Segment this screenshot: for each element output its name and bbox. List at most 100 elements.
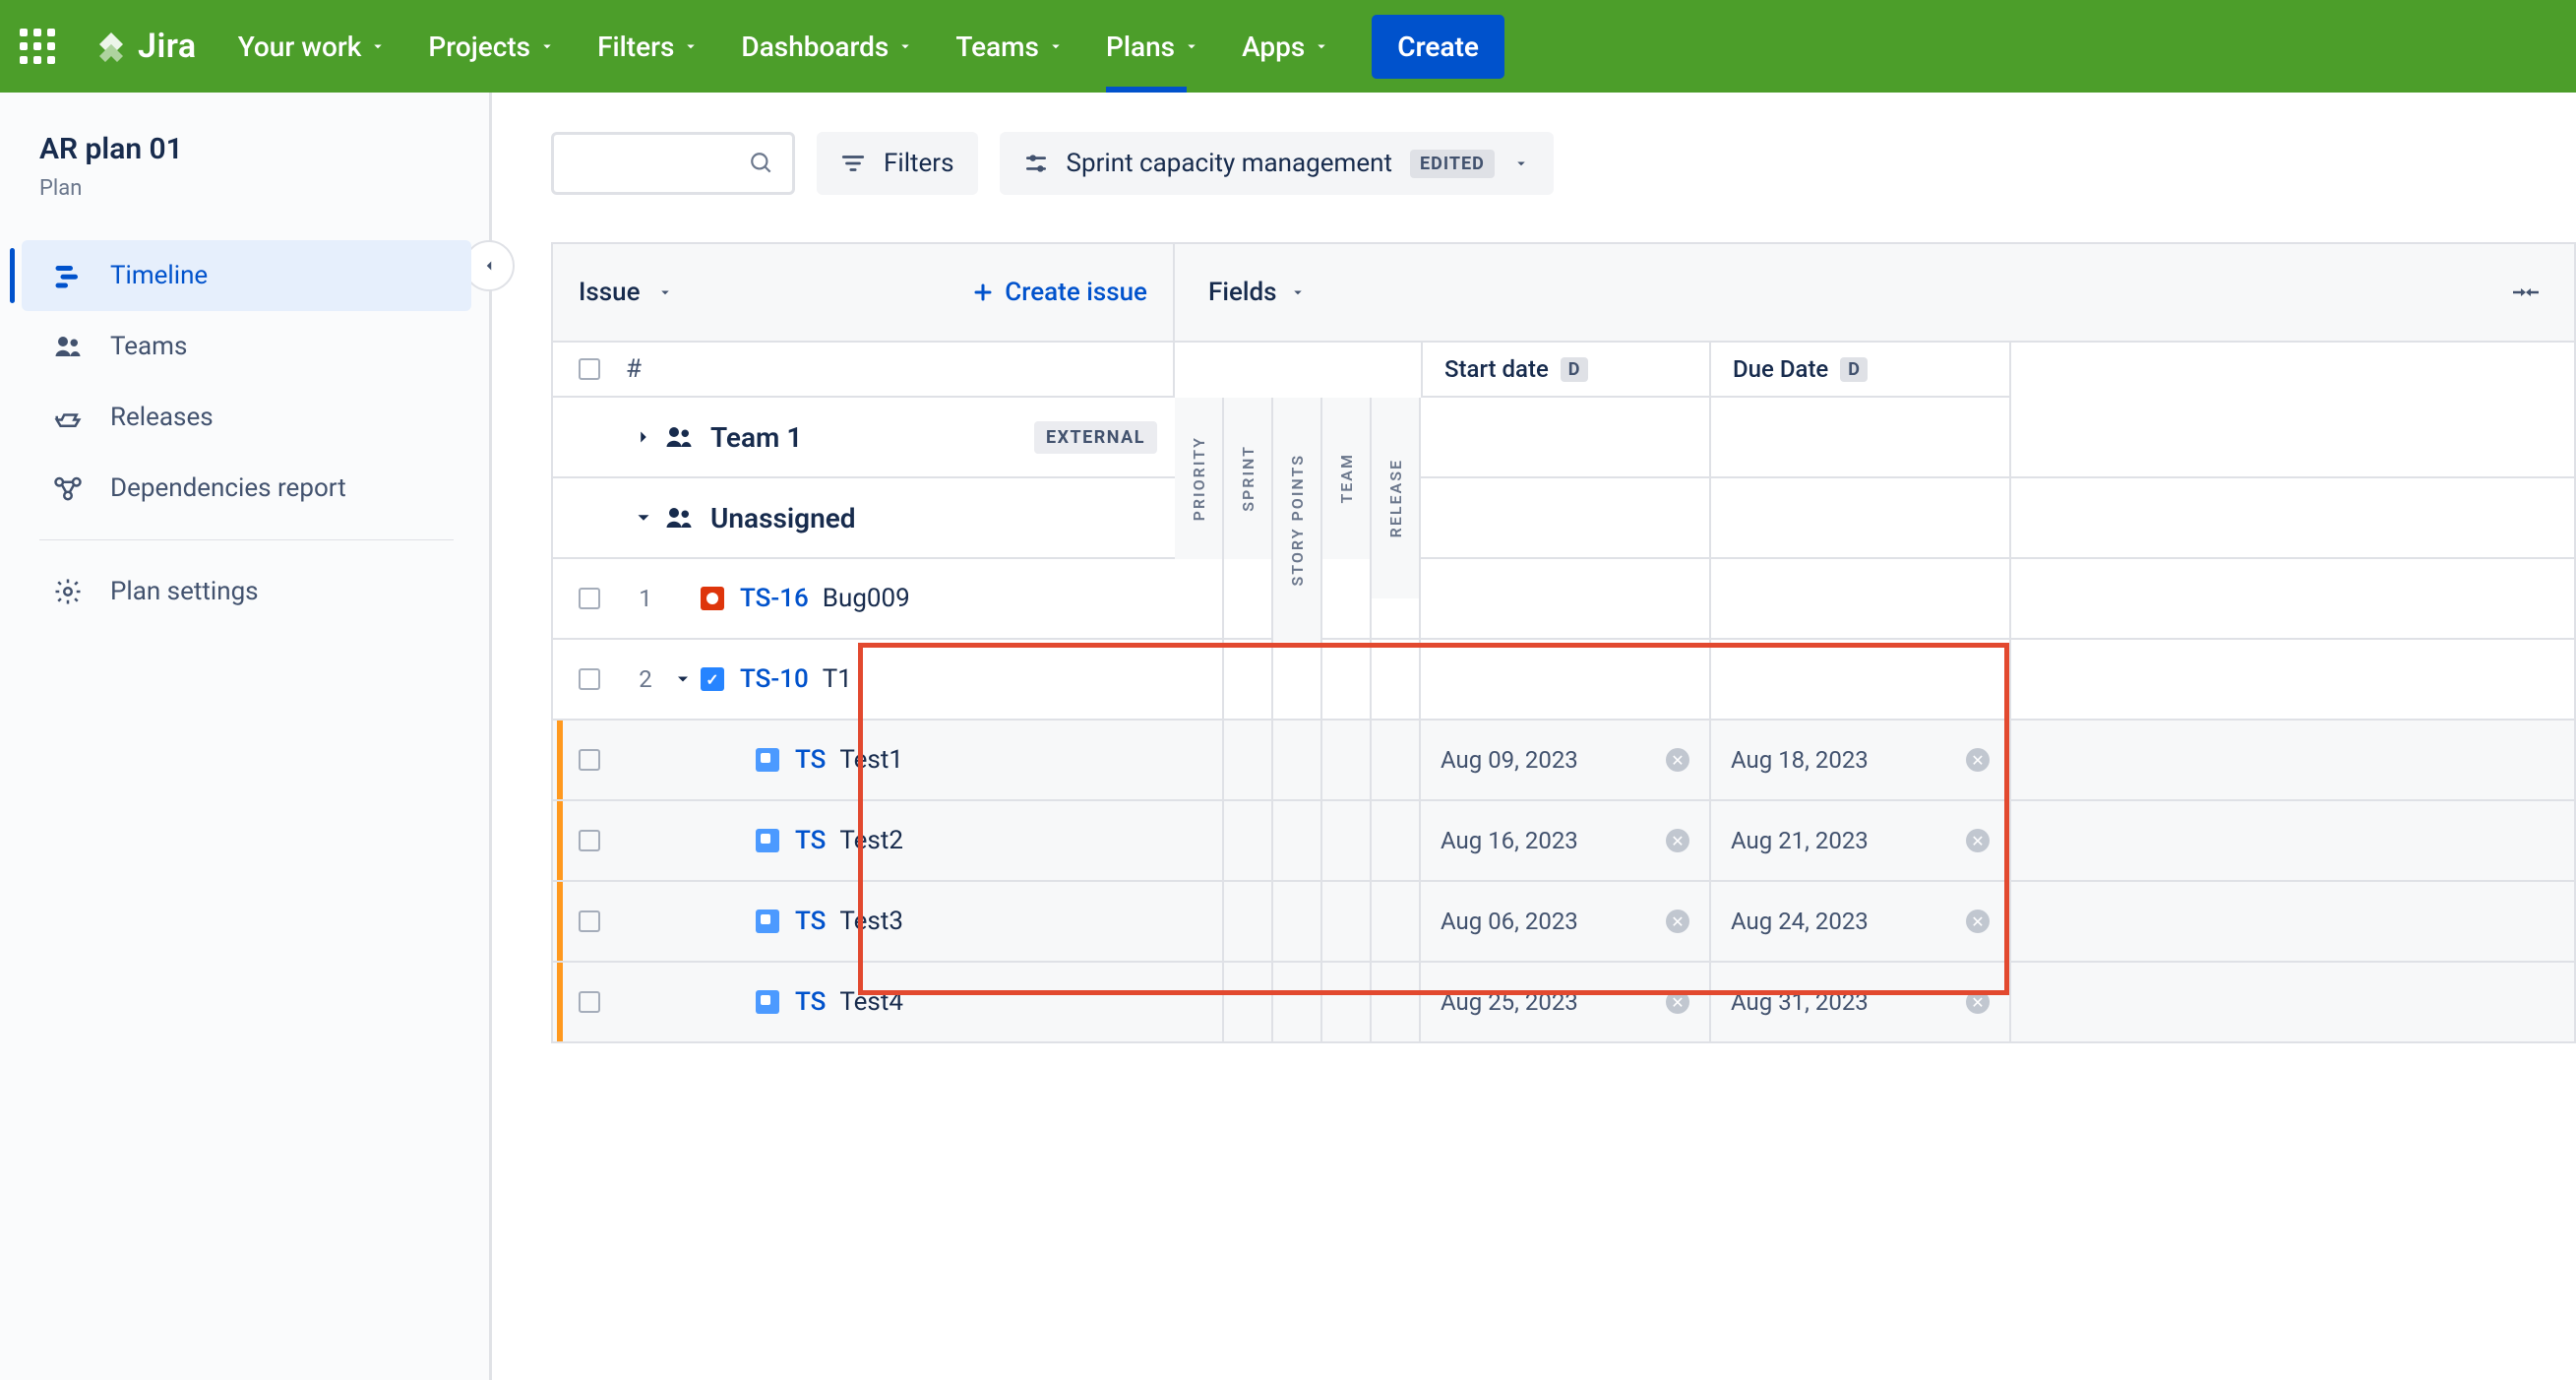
- table-header: Issue Create issue Fields: [553, 244, 2574, 343]
- start-date-cell[interactable]: [1421, 559, 1711, 638]
- nav-dashboards[interactable]: Dashboards: [741, 31, 914, 63]
- row-checkbox[interactable]: [579, 830, 600, 851]
- group-row-team1[interactable]: Team 1 EXTERNAL: [553, 398, 1175, 478]
- row-checkbox[interactable]: [579, 668, 600, 690]
- priority-col[interactable]: PRIORITY: [1190, 436, 1208, 521]
- chevron-down-icon: [1183, 37, 1200, 55]
- issue-key[interactable]: TS: [795, 826, 826, 855]
- content: Filters Sprint capacity management EDITE…: [492, 93, 2576, 1380]
- collapse-columns-icon[interactable]: [2511, 282, 2541, 302]
- rows-left: Team 1 EXTERNAL Unassigned 1TS-16Bug0092…: [553, 398, 1175, 1043]
- nav-filters[interactable]: Filters: [597, 31, 700, 63]
- sidebar-item-releases[interactable]: Releases: [22, 382, 471, 453]
- teams-icon: [51, 330, 85, 363]
- chevron-down-icon: [1313, 37, 1330, 55]
- row-checkbox[interactable]: [579, 588, 600, 609]
- issue-key[interactable]: TS: [795, 745, 826, 775]
- nav-teams[interactable]: Teams: [955, 31, 1065, 63]
- nav-apps[interactable]: Apps: [1242, 31, 1330, 63]
- sidebar-item-dependencies[interactable]: Dependencies report: [22, 453, 471, 524]
- jira-logo[interactable]: Jira: [96, 27, 197, 66]
- select-all-checkbox[interactable]: [579, 358, 600, 380]
- clear-icon[interactable]: ✕: [1966, 990, 1990, 1014]
- release-col[interactable]: RELEASE: [1386, 459, 1405, 537]
- jira-mark-icon: [96, 31, 128, 62]
- clear-icon[interactable]: ✕: [1966, 829, 1990, 852]
- row-checkbox[interactable]: [579, 910, 600, 932]
- plan-subtitle: Plan: [39, 176, 454, 201]
- issue-key[interactable]: TS: [795, 987, 826, 1017]
- storypoints-col[interactable]: STORY POINTS: [1288, 454, 1307, 586]
- issue-key[interactable]: TS-10: [740, 664, 809, 694]
- sidebar-item-plan-settings[interactable]: Plan settings: [22, 556, 471, 627]
- start-date-cell[interactable]: Aug 06, 2023✕: [1421, 882, 1711, 961]
- start-date-cell[interactable]: Aug 09, 2023✕: [1421, 721, 1711, 799]
- clear-icon[interactable]: ✕: [1966, 910, 1990, 933]
- chevron-down-icon[interactable]: [673, 669, 693, 689]
- issue-key[interactable]: TS-16: [740, 584, 809, 613]
- team-icon: [661, 422, 697, 452]
- issue-row[interactable]: TSTest2: [553, 801, 1175, 882]
- issue-row[interactable]: 1TS-16Bug009: [553, 559, 1175, 640]
- sidebar-item-label: Dependencies report: [110, 473, 346, 503]
- clear-icon[interactable]: ✕: [1666, 829, 1689, 852]
- issue-row[interactable]: TSTest1: [553, 721, 1175, 801]
- issue-column-header[interactable]: Issue: [579, 278, 674, 307]
- sidebar-item-label: Teams: [110, 332, 187, 361]
- issue-row[interactable]: TS Test4: [553, 963, 1175, 1043]
- search-icon: [749, 151, 774, 176]
- team-col[interactable]: TEAM: [1337, 453, 1356, 504]
- row-checkbox[interactable]: [579, 991, 600, 1013]
- start-date-header[interactable]: Start dateD: [1421, 343, 1711, 398]
- view-settings-button[interactable]: Sprint capacity management EDITED: [1000, 132, 1554, 195]
- fields-dropdown[interactable]: Fields: [1208, 278, 1307, 307]
- group-row-unassigned[interactable]: Unassigned: [553, 478, 1175, 559]
- issue-key[interactable]: TS: [795, 907, 826, 936]
- external-badge: EXTERNAL: [1034, 421, 1157, 454]
- sidebar-item-timeline[interactable]: Timeline: [22, 240, 471, 311]
- issue-summary: Test4: [839, 987, 903, 1017]
- start-date-cell[interactable]: Aug 16, 2023✕: [1421, 801, 1711, 880]
- nav-projects[interactable]: Projects: [428, 31, 556, 63]
- chevron-right-icon: [633, 426, 654, 448]
- create-button[interactable]: Create: [1372, 15, 1504, 79]
- due-date-header[interactable]: Due DateD: [1711, 343, 2011, 398]
- nav-plans[interactable]: Plans: [1106, 31, 1200, 63]
- gear-icon: [51, 575, 85, 608]
- due-date-cell[interactable]: Aug 21, 2023✕: [1711, 801, 2011, 880]
- clear-icon[interactable]: ✕: [1666, 910, 1689, 933]
- search-input[interactable]: [551, 132, 795, 195]
- plan-title: AR plan 01: [39, 132, 454, 166]
- plus-icon: [971, 281, 995, 304]
- group-name: Team 1: [710, 421, 802, 454]
- filters-button[interactable]: Filters: [817, 132, 978, 195]
- issue-row[interactable]: 2TS-10T1: [553, 640, 1175, 721]
- logo-text: Jira: [138, 27, 197, 66]
- row-checkbox[interactable]: [579, 749, 600, 771]
- app-switcher-icon[interactable]: [20, 29, 55, 64]
- clear-icon[interactable]: ✕: [1666, 748, 1689, 772]
- chevron-down-icon: [369, 37, 387, 55]
- due-date-cell[interactable]: Aug 24, 2023✕: [1711, 882, 2011, 961]
- create-issue-button[interactable]: Create issue: [971, 278, 1147, 307]
- nav-your-work[interactable]: Your work: [238, 31, 388, 63]
- timeline-icon: [51, 259, 85, 292]
- clear-icon[interactable]: ✕: [1966, 748, 1990, 772]
- issuetype-icon: [701, 587, 724, 610]
- due-date-cell[interactable]: Aug 18, 2023✕: [1711, 721, 2011, 799]
- issue-row[interactable]: TSTest3: [553, 882, 1175, 963]
- due-date-cell[interactable]: Aug 31, 2023✕: [1711, 963, 2011, 1041]
- sidebar-item-teams[interactable]: Teams: [22, 311, 471, 382]
- sprint-col[interactable]: SPRINT: [1239, 445, 1257, 512]
- row-index: 1: [626, 585, 665, 612]
- right-row: [1175, 640, 2574, 721]
- right-row: Aug 09, 2023✕Aug 18, 2023✕: [1175, 721, 2574, 801]
- plan-header: AR plan 01 Plan: [10, 132, 483, 240]
- start-date-cell[interactable]: Aug 25, 2023✕: [1421, 963, 1711, 1041]
- start-date-cell[interactable]: [1421, 640, 1711, 719]
- issuetype-icon: [756, 829, 779, 852]
- due-date-cell[interactable]: [1711, 559, 2011, 638]
- top-nav: Jira Your work Projects Filters Dashboar…: [0, 0, 2576, 93]
- clear-icon[interactable]: ✕: [1666, 990, 1689, 1014]
- due-date-cell[interactable]: [1711, 640, 2011, 719]
